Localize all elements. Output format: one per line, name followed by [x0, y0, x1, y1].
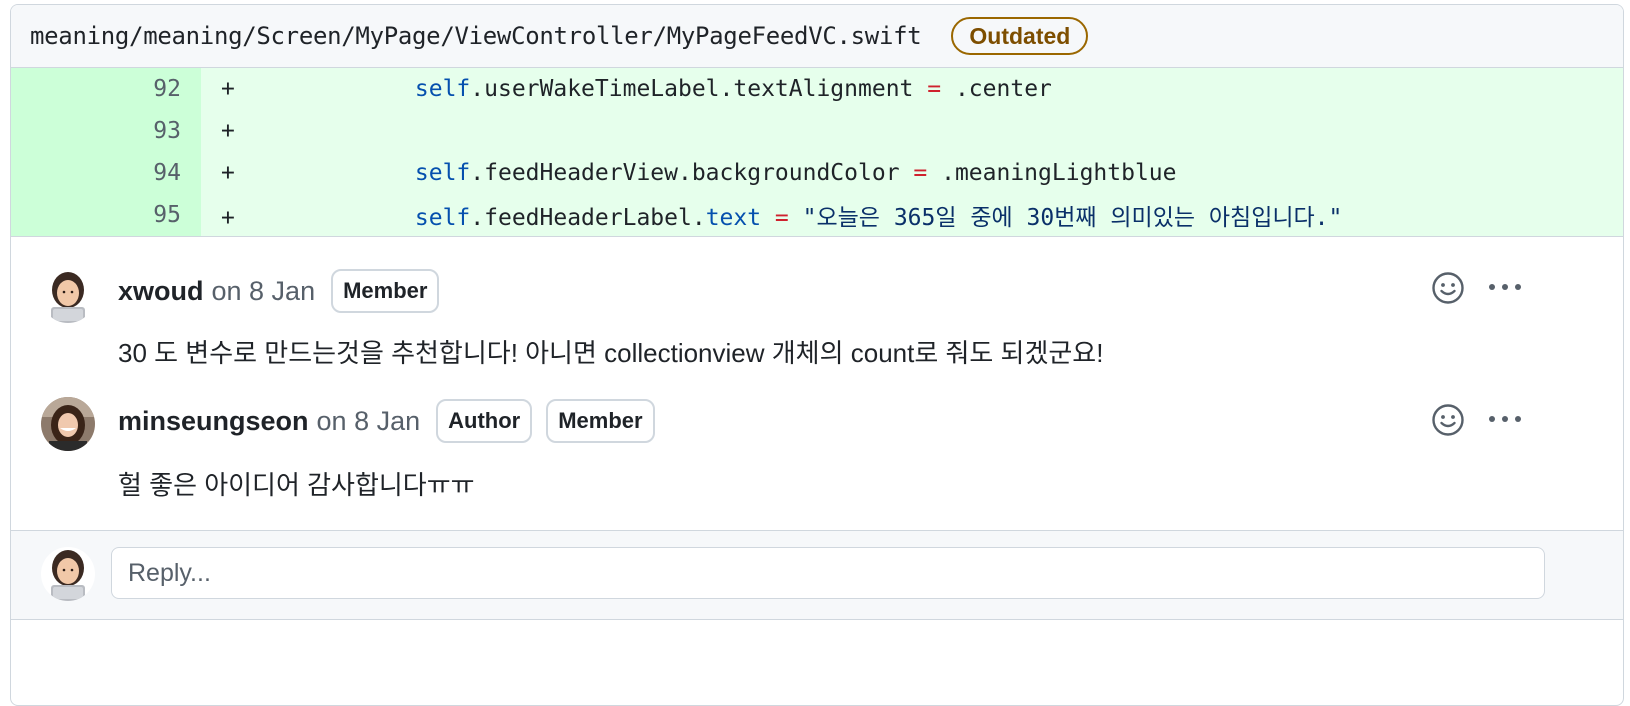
- code-line: + self.feedHeaderLabel.text = "오늘은 365일 …: [221, 205, 1343, 231]
- avatar[interactable]: [41, 397, 95, 451]
- comment-header: minseungseon on 8 Jan Author Member: [118, 399, 655, 443]
- review-comment: minseungseon on 8 Jan Author Member 헐 좋은…: [11, 369, 1623, 501]
- reply-bar: [11, 530, 1623, 620]
- line-number[interactable]: 94: [11, 152, 201, 194]
- code-line: + self.userWakeTimeLabel.textAlignment =…: [221, 76, 1052, 102]
- line-number[interactable]: 93: [11, 110, 201, 152]
- member-badge: Member: [331, 269, 440, 313]
- line-number[interactable]: 92: [11, 68, 201, 110]
- avatar: [41, 547, 95, 601]
- author-badge: Author: [436, 399, 533, 443]
- code-line: +: [221, 118, 235, 144]
- file-header: meaning/meaning/Screen/MyPage/ViewContro…: [11, 5, 1623, 68]
- diff-hunk: 92 + self.userWakeTimeLabel.textAlignmen…: [11, 68, 1623, 236]
- code-line: + self.feedHeaderView.backgroundColor = …: [221, 160, 1177, 186]
- smiley-icon[interactable]: [1431, 271, 1465, 305]
- diff-line: 94 + self.feedHeaderView.backgroundColor…: [11, 152, 1623, 194]
- file-path[interactable]: meaning/meaning/Screen/MyPage/ViewContro…: [30, 22, 922, 50]
- memoji-avatar-icon: [41, 269, 95, 323]
- comment-body: 30 도 변수로 만드는것을 추천합니다! 아니면 collectionview…: [118, 338, 1104, 368]
- comment-body: 헐 좋은 아이디어 감사합니다ㅠㅠ: [118, 470, 475, 500]
- comment-author[interactable]: xwoud: [118, 276, 204, 307]
- comment-timestamp[interactable]: on 8 Jan: [212, 276, 316, 307]
- comment-header: xwoud on 8 Jan Member: [118, 269, 440, 313]
- memoji-avatar-icon: [41, 547, 95, 601]
- review-comment: xwoud on 8 Jan Member 30 도 변수로 만드는것을 추천합…: [11, 237, 1623, 369]
- diff-line: 93 +: [11, 110, 1623, 152]
- reply-input[interactable]: [111, 547, 1545, 599]
- avatar[interactable]: [41, 269, 95, 323]
- diff-line: 95 + self.feedHeaderLabel.text = "오늘은 36…: [11, 194, 1623, 236]
- member-badge: Member: [546, 399, 655, 443]
- kebab-horizontal-icon[interactable]: [1485, 273, 1525, 301]
- comment-author[interactable]: minseungseon: [118, 406, 309, 437]
- photo-avatar-icon: [41, 397, 95, 451]
- review-thread: meaning/meaning/Screen/MyPage/ViewContro…: [10, 4, 1624, 706]
- kebab-horizontal-icon[interactable]: [1485, 405, 1525, 433]
- line-number[interactable]: 95: [11, 194, 201, 236]
- comment-timestamp[interactable]: on 8 Jan: [317, 406, 421, 437]
- outdated-badge: Outdated: [951, 17, 1089, 55]
- smiley-icon[interactable]: [1431, 403, 1465, 437]
- diff-line: 92 + self.userWakeTimeLabel.textAlignmen…: [11, 68, 1623, 110]
